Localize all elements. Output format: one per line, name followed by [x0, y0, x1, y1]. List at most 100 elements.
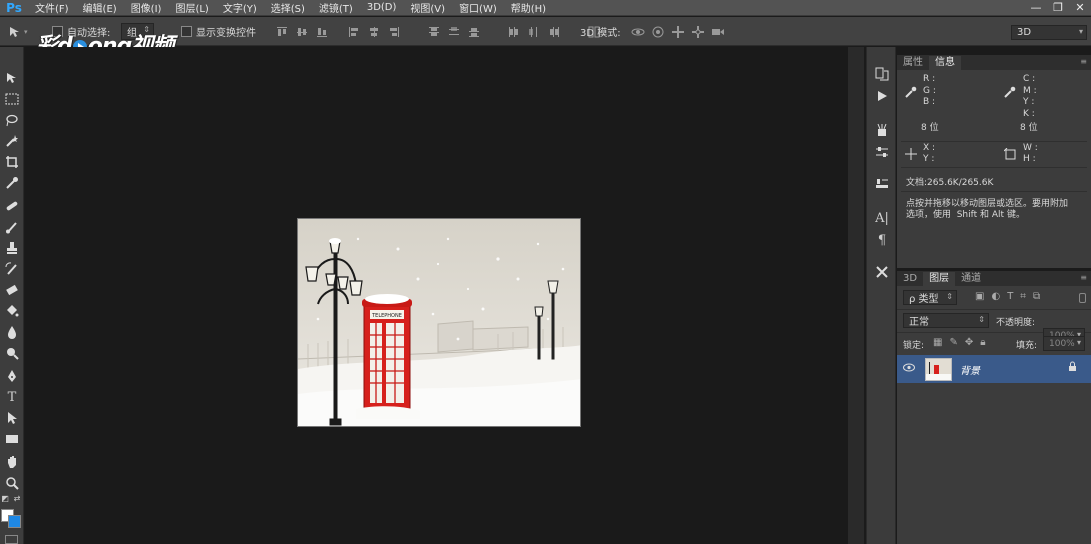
fill-field[interactable]: 100% ▾: [1043, 336, 1085, 351]
adjustments-icon[interactable]: [873, 143, 891, 161]
quick-select-tool-icon[interactable]: [3, 132, 21, 150]
align-hcenter-icon[interactable]: [367, 25, 381, 39]
menu-file[interactable]: 文件(F): [28, 0, 76, 15]
mode-3d-group: [631, 17, 725, 46]
lasso-tool-icon[interactable]: [3, 111, 21, 129]
tab-channels[interactable]: 通道: [955, 272, 987, 286]
eraser-tool-icon[interactable]: [3, 281, 21, 299]
filter-type-icon[interactable]: T: [1007, 291, 1013, 302]
bit-depth-right: 8 位: [1020, 123, 1038, 133]
blend-row: 正常⇕ 不透明度: 100%▾: [897, 310, 1091, 343]
menu-view[interactable]: 视图(V): [403, 0, 452, 15]
align-vcenter-icon[interactable]: [295, 25, 309, 39]
3d-rotate-icon[interactable]: [631, 25, 645, 39]
background-color-swatch[interactable]: [8, 515, 21, 528]
lock-brush-icon[interactable]: ✎: [949, 337, 957, 348]
history-panel-icon[interactable]: [873, 65, 891, 83]
tab-layers[interactable]: 图层: [923, 272, 956, 286]
panel-collapse-strip: [848, 47, 864, 544]
distribute-vcenter-icon[interactable]: [447, 25, 461, 39]
menu-select[interactable]: 选择(S): [264, 0, 312, 15]
3d-pan-icon[interactable]: [671, 25, 685, 39]
align-right-icon[interactable]: [387, 25, 401, 39]
3d-slide-icon[interactable]: [691, 25, 705, 39]
tab-3d[interactable]: 3D: [897, 272, 923, 286]
clone-source-icon[interactable]: [873, 175, 891, 193]
filter-toggle-icon[interactable]: [1079, 293, 1086, 303]
tab-properties[interactable]: 属性: [897, 56, 929, 70]
layer-filter-dropdown[interactable]: ρ 类型 ⇕: [903, 290, 957, 305]
layers-menu-icon[interactable]: ≡: [1080, 273, 1087, 282]
dodge-tool-icon[interactable]: [3, 344, 21, 362]
healing-brush-tool-icon[interactable]: [3, 197, 21, 215]
menu-image[interactable]: 图像(I): [124, 0, 169, 15]
minimize-button[interactable]: —: [1025, 0, 1047, 16]
brush-presets-icon[interactable]: [873, 121, 891, 139]
eyedropper-cmyk-icon: [1004, 86, 1016, 101]
eyedropper-tool-icon[interactable]: [3, 174, 21, 192]
menu-filter[interactable]: 滤镜(T): [312, 0, 360, 15]
pen-tool-icon[interactable]: [3, 367, 21, 385]
paragraph-panel-icon[interactable]: ¶: [873, 231, 891, 249]
swap-colors-icon[interactable]: ⇄: [12, 493, 22, 503]
brush-tool-icon[interactable]: [3, 218, 21, 236]
menu-help[interactable]: 帮助(H): [504, 0, 553, 15]
lock-move-icon[interactable]: ✥: [965, 337, 973, 348]
character-panel-icon[interactable]: A|: [873, 209, 891, 227]
rgb-readout: R : G : B :: [923, 74, 936, 107]
blur-tool-icon[interactable]: [3, 323, 21, 341]
3d-roll-icon[interactable]: [651, 25, 665, 39]
tool-presets-icon[interactable]: [873, 263, 891, 281]
visibility-eye-icon[interactable]: [903, 362, 915, 375]
layer-name[interactable]: 背景: [960, 362, 980, 377]
filter-smart-icon[interactable]: ⧉: [1033, 291, 1040, 302]
actions-play-icon[interactable]: [873, 87, 891, 105]
document-size: 文档:265.6K/265.6K: [906, 178, 994, 188]
menu-layer[interactable]: 图层(L): [168, 0, 215, 15]
crop-tool-icon[interactable]: [3, 153, 21, 171]
menu-type[interactable]: 文字(Y): [216, 0, 264, 15]
show-transform-checkbox[interactable]: 显示变换控件: [181, 17, 256, 46]
document-image[interactable]: TELEPHONE: [297, 218, 581, 427]
move-tool-icon[interactable]: [3, 69, 21, 87]
distribute-left-icon[interactable]: [507, 25, 521, 39]
rectangle-tool-icon[interactable]: [3, 430, 21, 448]
align-bottom-icon[interactable]: [315, 25, 329, 39]
distribute-hcenter-icon[interactable]: [527, 25, 541, 39]
distribute-bottom-icon[interactable]: [467, 25, 481, 39]
filter-pixel-icon[interactable]: ▣: [975, 291, 984, 302]
close-button[interactable]: ✕: [1069, 0, 1091, 16]
zoom-tool-icon[interactable]: [3, 474, 21, 492]
move-tool-preset[interactable]: ▾: [8, 17, 28, 46]
marquee-tool-icon[interactable]: [3, 90, 21, 108]
menu-window[interactable]: 窗口(W): [452, 0, 504, 15]
workspace-dropdown[interactable]: 3D ▾: [1011, 24, 1087, 40]
filter-shape-icon[interactable]: ⌗: [1020, 291, 1026, 302]
show-transform-check-box[interactable]: [181, 26, 192, 37]
3d-scale-icon[interactable]: [711, 25, 725, 39]
menu-3d[interactable]: 3D(D): [360, 2, 404, 13]
restore-button[interactable]: ❐: [1047, 0, 1069, 16]
type-tool-icon[interactable]: T: [3, 388, 21, 406]
layer-row-background[interactable]: 背景: [897, 355, 1091, 383]
lock-transparent-icon[interactable]: ▦: [933, 337, 942, 348]
panel-menu-icon[interactable]: ≡: [1080, 57, 1087, 66]
clone-stamp-tool-icon[interactable]: [3, 239, 21, 257]
menu-edit[interactable]: 编辑(E): [76, 0, 124, 15]
distribute-top-icon[interactable]: [427, 25, 441, 39]
blend-mode-dropdown[interactable]: 正常 ⇕: [903, 313, 989, 328]
distribute-right-icon[interactable]: [547, 25, 561, 39]
layer-filter-row: ρ 类型 ⇕ ▣ ◐ T ⌗ ⧉: [897, 287, 1091, 310]
hand-tool-icon[interactable]: [3, 453, 21, 471]
align-left-icon[interactable]: [347, 25, 361, 39]
quick-mask-icon[interactable]: [5, 535, 18, 544]
default-colors-icon[interactable]: ◩: [0, 493, 10, 503]
path-selection-tool-icon[interactable]: [3, 409, 21, 427]
align-top-icon[interactable]: [275, 25, 289, 39]
tab-info[interactable]: 信息: [929, 56, 961, 70]
filter-adjustment-icon[interactable]: ◐: [991, 291, 1000, 302]
lock-all-icon[interactable]: 🔒︎: [980, 337, 985, 348]
paint-bucket-tool-icon[interactable]: [3, 302, 21, 320]
crosshair-icon: [905, 148, 917, 163]
history-brush-tool-icon[interactable]: [3, 260, 21, 278]
